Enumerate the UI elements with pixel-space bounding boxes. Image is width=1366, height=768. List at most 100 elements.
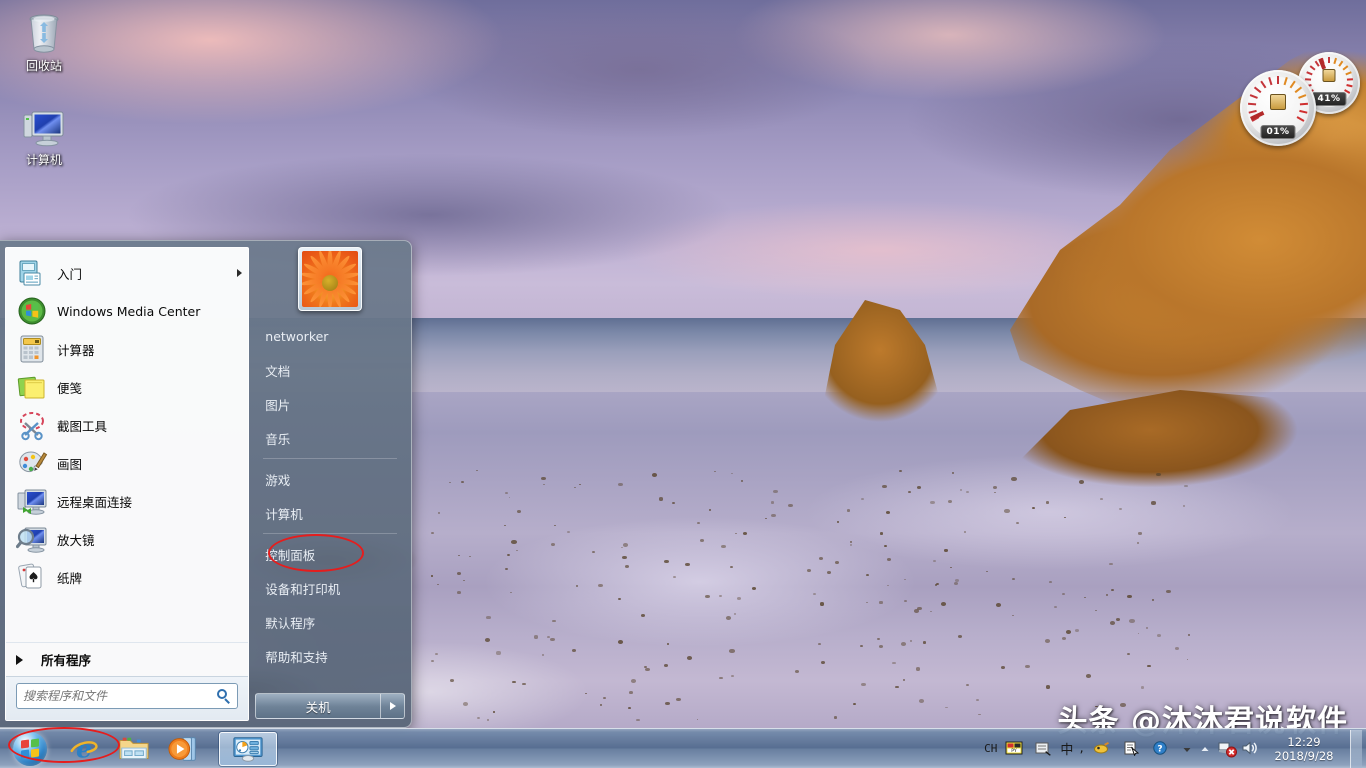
clock-time: 12:29 [1262, 735, 1346, 749]
chevron-right-icon [390, 702, 396, 710]
recycle-bin-icon [6, 8, 82, 56]
system-tray[interactable]: CH PY [978, 729, 1366, 768]
search-icon [216, 689, 231, 704]
search-input[interactable] [23, 689, 216, 703]
volume-icon[interactable] [1241, 740, 1259, 758]
start-menu-item-paint[interactable]: 画图 [6, 444, 248, 482]
places-item-label: 控制面板 [265, 545, 315, 564]
help-icon[interactable]: ? [1151, 740, 1169, 758]
windows-explorer-icon [118, 735, 150, 763]
start-menu-item-magnifier[interactable]: 放大镜 [6, 520, 248, 558]
clipboard-icon[interactable] [1122, 740, 1140, 758]
search-area[interactable] [6, 676, 248, 720]
svg-text:PY: PY [1012, 748, 1018, 754]
places-item-label: 图片 [265, 395, 290, 414]
windows-media-player-icon [168, 734, 200, 764]
taskbar-clock[interactable]: 12:29 2018/9/28 [1262, 735, 1346, 763]
places-item-label: 帮助和支持 [265, 647, 328, 666]
clock-date: 2018/9/28 [1262, 749, 1346, 763]
cpu-meter-gadget[interactable]: 41% 01% [1240, 52, 1360, 144]
calculator-icon [16, 333, 48, 365]
all-programs-button[interactable]: 所有程序 [6, 642, 248, 676]
start-menu-item-devices-and-printers[interactable]: 设备和打印机 [255, 571, 405, 605]
cpu-chip-icon [1270, 94, 1286, 110]
start-menu-item-calculator[interactable]: 计算器 [6, 330, 248, 368]
start-menu-item-windows-media-center[interactable]: Windows Media Center [6, 292, 248, 330]
start-menu-program-list[interactable]: 入门 [6, 248, 248, 642]
show-desktop-button[interactable] [1350, 730, 1362, 768]
places-item-label: 设备和打印机 [265, 579, 340, 598]
start-button[interactable] [3, 730, 57, 768]
places-item-label: 文档 [265, 361, 290, 380]
magnifier-icon [16, 523, 48, 555]
start-menu-item-help-and-support[interactable]: 帮助和支持 [255, 639, 405, 673]
start-menu-item-label: 画图 [57, 454, 82, 473]
taskbar-control-panel-window[interactable] [219, 732, 277, 766]
start-menu-item-games[interactable]: 游戏 [255, 462, 405, 496]
taskbar-windows-explorer[interactable] [111, 732, 157, 766]
start-menu[interactable]: 入门 [0, 240, 412, 728]
desktop-icon-label: 计算机 [6, 153, 82, 167]
start-menu-item-documents[interactable]: 文档 [255, 353, 405, 387]
windows-logo-icon [13, 732, 47, 766]
start-menu-programs-pane[interactable]: 入门 [5, 247, 249, 721]
taskbar[interactable]: e [0, 728, 1366, 768]
snipping-tool-icon [16, 409, 48, 441]
start-menu-item-remote-desktop[interactable]: 远程桌面连接 [6, 482, 248, 520]
desktop-icon-computer[interactable]: 计算机 [6, 102, 82, 167]
start-menu-item-snipping-tool[interactable]: 截图工具 [6, 406, 248, 444]
start-menu-item-label: 计算器 [57, 340, 95, 359]
user-name-label: networker [265, 329, 328, 344]
windows-media-center-icon [16, 295, 48, 327]
cpu-meter: 01% [1240, 70, 1316, 146]
start-menu-item-default-programs[interactable]: 默认程序 [255, 605, 405, 639]
ime-language-bar[interactable]: CH PY [978, 738, 1178, 760]
start-menu-item-pictures[interactable]: 图片 [255, 387, 405, 421]
chevron-right-icon [16, 655, 23, 665]
network-error-icon[interactable] [1217, 740, 1235, 758]
shutdown-area[interactable]: 关机 [255, 693, 405, 719]
desktop-icon-recycle-bin[interactable]: 回收站 [6, 8, 82, 73]
places-item-label: 默认程序 [265, 613, 315, 632]
start-menu-item-label: 入门 [57, 264, 82, 283]
ime-tools-icon[interactable] [1093, 740, 1111, 758]
chevron-right-icon [237, 269, 242, 277]
ime-settings-icon[interactable] [1034, 740, 1052, 758]
memory-chip-icon [1323, 69, 1336, 82]
start-menu-places-pane[interactable]: networker 文档 图片 音乐 游戏 计算机 控制面板 [255, 247, 405, 721]
start-menu-item-label: Windows Media Center [57, 304, 200, 319]
shutdown-button[interactable]: 关机 [255, 693, 381, 719]
ime-soft-keyboard-icon[interactable]: PY [1005, 740, 1023, 758]
desktop-icon-label: 回收站 [6, 59, 82, 73]
tray-ime-expand-icon[interactable] [1180, 741, 1194, 757]
taskbar-windows-media-player[interactable] [161, 732, 207, 766]
ime-mode-label[interactable]: 中 [1060, 739, 1073, 758]
start-menu-item-getting-started[interactable]: 入门 [6, 254, 248, 292]
solitaire-icon [16, 561, 48, 593]
control-panel-icon [232, 735, 264, 763]
remote-desktop-icon [16, 485, 48, 517]
sticky-notes-icon [16, 371, 48, 403]
all-programs-label: 所有程序 [41, 650, 91, 669]
ime-language-label: CH [984, 742, 997, 755]
start-menu-item-label: 放大镜 [57, 530, 95, 549]
start-menu-item-label: 便笺 [57, 378, 82, 397]
start-menu-item-sticky-notes[interactable]: 便笺 [6, 368, 248, 406]
comma-icon[interactable]: , [1078, 742, 1085, 755]
desktop[interactable]: 回收站 计算机 [0, 0, 1366, 768]
taskbar-internet-explorer[interactable]: e [61, 732, 107, 766]
start-menu-item-control-panel[interactable]: 控制面板 [255, 537, 405, 571]
start-menu-item-solitaire[interactable]: 纸牌 [6, 558, 248, 596]
start-menu-item-computer[interactable]: 计算机 [255, 496, 405, 530]
start-menu-item-music[interactable]: 音乐 [255, 421, 405, 455]
user-avatar[interactable] [298, 247, 362, 311]
search-box[interactable] [16, 683, 238, 709]
start-menu-user-name[interactable]: networker [255, 319, 405, 353]
start-menu-item-label: 远程桌面连接 [57, 492, 132, 511]
places-item-label: 游戏 [265, 470, 290, 489]
tray-expand-icon[interactable] [1198, 741, 1212, 757]
paint-icon [16, 447, 48, 479]
menu-separator [263, 458, 397, 459]
shutdown-options-button[interactable] [381, 693, 405, 719]
internet-explorer-icon: e [69, 734, 99, 764]
